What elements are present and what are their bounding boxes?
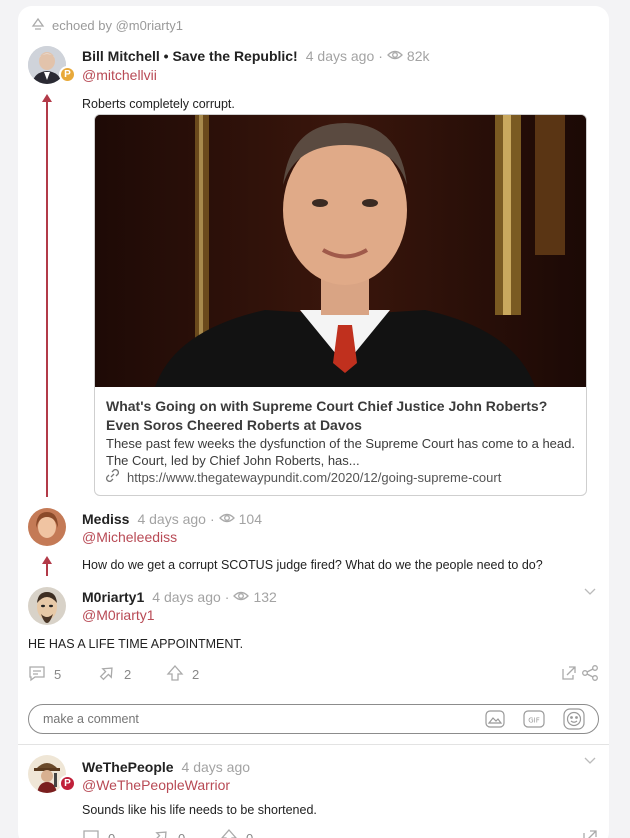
post-text: How do we get a corrupt SCOTUS judge fir…	[82, 558, 543, 572]
post-meta: 4 days ago	[182, 759, 251, 775]
chevron-down-icon[interactable]	[583, 584, 597, 598]
echo-count: 0	[178, 831, 185, 838]
upvote-icon	[166, 664, 184, 685]
author-name[interactable]: M0riarty1	[82, 589, 144, 605]
author-handle[interactable]: @mitchellvii	[82, 67, 157, 83]
upvote-count: 0	[246, 831, 253, 838]
thread-line	[46, 100, 48, 497]
link-url[interactable]: https://www.thegatewaypundit.com/2020/12…	[105, 468, 502, 485]
comment-count: 5	[54, 667, 62, 682]
post-meta: 4 days ago · 82k	[305, 48, 430, 64]
comment-button[interactable]: 5	[28, 664, 61, 685]
upvote-count: 2	[192, 667, 200, 682]
echo-icon	[30, 16, 46, 35]
echo-count: 2	[124, 667, 132, 682]
author-name[interactable]: WeThePeople	[82, 759, 174, 775]
image-upload-icon[interactable]	[485, 710, 505, 728]
thread-arrow-icon	[42, 556, 52, 564]
author-name[interactable]: Bill Mitchell • Save the Republic!	[82, 48, 298, 64]
post-time: 4 days ago	[181, 759, 251, 775]
post-text: Roberts completely corrupt.	[82, 97, 235, 111]
divider	[18, 744, 609, 745]
link-description: These past few weeks the dysfunction of …	[106, 436, 575, 468]
link-title[interactable]: What's Going on with Supreme Court Chief…	[106, 397, 581, 435]
svg-text:GIF: GIF	[528, 717, 540, 725]
post-time: 4 days ago	[137, 511, 206, 527]
avatar[interactable]	[28, 587, 66, 625]
echo-button[interactable]: 0	[152, 828, 185, 838]
parler-badge-icon: P	[59, 775, 76, 792]
share-icon[interactable]	[581, 664, 599, 682]
post-time: 4 days ago	[305, 48, 375, 64]
eye-icon	[386, 48, 403, 64]
thread-arrow-icon	[42, 94, 52, 102]
post-meta: 4 days ago · 132	[152, 589, 277, 605]
open-thread-icon[interactable]	[581, 828, 599, 838]
author-handle[interactable]: @WeThePeopleWarrior	[82, 777, 230, 793]
comment-button[interactable]: 0	[82, 828, 115, 838]
link-icon	[105, 468, 120, 485]
echo-icon	[98, 664, 116, 685]
upvote-button[interactable]: 0	[220, 828, 253, 838]
post-meta: 4 days ago · 104	[137, 511, 262, 527]
comment-input[interactable]	[43, 710, 463, 728]
comment-input-box[interactable]: GIF	[28, 704, 599, 734]
author-handle[interactable]: @M0riarty1	[82, 607, 155, 623]
post-time: 4 days ago	[152, 589, 221, 605]
open-thread-icon[interactable]	[560, 664, 578, 682]
post-text: Sounds like his life needs to be shorten…	[82, 803, 317, 817]
chevron-down-icon[interactable]	[583, 753, 597, 767]
author-handle[interactable]: @Micheleediss	[82, 529, 177, 545]
eye-icon	[233, 589, 250, 605]
echo-button[interactable]: 2	[98, 664, 131, 685]
echo-text: echoed by @m0riarty1	[52, 18, 183, 33]
comment-icon	[82, 828, 100, 838]
view-count: 132	[253, 589, 277, 605]
echo-icon	[152, 828, 170, 838]
avatar[interactable]	[28, 508, 66, 546]
upvote-icon	[220, 828, 238, 838]
eye-icon	[218, 511, 235, 527]
link-url-text: https://www.thegatewaypundit.com/2020/12…	[127, 469, 502, 485]
link-preview-image	[95, 115, 586, 387]
post-text: HE HAS A LIFE TIME APPOINTMENT.	[28, 637, 244, 651]
emoji-icon[interactable]	[563, 708, 585, 730]
gold-badge-icon: P	[59, 66, 76, 83]
thread-line	[46, 562, 48, 576]
comment-count: 0	[108, 831, 115, 838]
link-preview-card[interactable]: What's Going on with Supreme Court Chief…	[94, 114, 587, 496]
view-count: 104	[238, 511, 262, 527]
author-name[interactable]: Mediss	[82, 511, 129, 527]
comment-icon	[28, 664, 46, 685]
gif-icon[interactable]: GIF	[523, 710, 545, 728]
view-count: 82k	[406, 48, 430, 64]
echo-indicator[interactable]: echoed by @m0riarty1	[30, 16, 183, 35]
upvote-button[interactable]: 2	[166, 664, 199, 685]
